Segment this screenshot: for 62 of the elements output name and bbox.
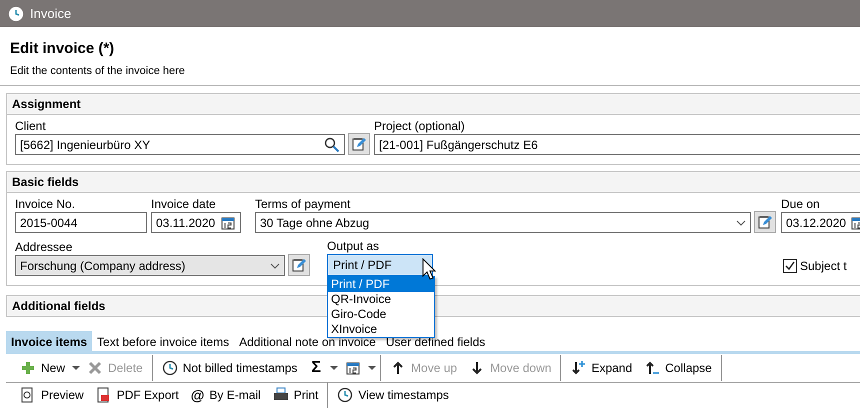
toolbar-button[interactable]: PDF Export xyxy=(90,385,185,405)
toolbar-button[interactable]: New xyxy=(14,358,72,378)
toolbar-button[interactable]: Print xyxy=(266,385,324,405)
cross-icon xyxy=(87,360,104,376)
field-label: Terms of payment xyxy=(255,197,352,212)
arrow-down-plus-icon xyxy=(570,360,586,376)
client-field[interactable]: [5662] Ingenieurbüro XY xyxy=(15,134,345,155)
edit-button[interactable] xyxy=(348,133,370,155)
edit-button[interactable] xyxy=(288,254,310,276)
clock-icon xyxy=(162,360,178,376)
clock-icon xyxy=(8,6,24,22)
checkbox[interactable] xyxy=(783,259,797,273)
output-dropdown[interactable]: Print / PDF xyxy=(327,254,433,276)
checkbox-label: Subject t xyxy=(800,259,847,273)
chevron-down-icon xyxy=(736,218,746,226)
notepad-pencil-icon xyxy=(351,136,367,152)
dropdown-option[interactable]: XInvoice xyxy=(328,322,434,337)
search-icon[interactable] xyxy=(324,136,340,152)
toolbar-button[interactable]: View timestamps xyxy=(331,385,455,405)
calendar-icon xyxy=(220,214,236,230)
toolbar-button[interactable]: Not billed timestamps xyxy=(156,358,304,378)
caret-icon[interactable] xyxy=(71,364,82,372)
toolbar-button[interactable]: Collapse xyxy=(638,358,718,378)
terms-dropdown[interactable]: 30 Tage ohne Abzug xyxy=(255,212,751,233)
field-label: Addressee xyxy=(15,240,74,255)
page-title: Edit invoice (*) xyxy=(10,40,116,57)
field-label: Invoice date xyxy=(151,197,217,212)
plus-icon xyxy=(20,360,36,376)
arrow-up-minus-icon xyxy=(644,360,660,376)
tab[interactable]: Text before invoice items xyxy=(92,331,234,351)
toolbar-button[interactable]: Preview xyxy=(14,385,90,405)
chevron-down-icon xyxy=(270,262,280,270)
dropdown-option[interactable]: Print / PDF xyxy=(328,277,434,292)
toolbar-button[interactable]: Expand xyxy=(564,358,638,378)
addressee-dropdown[interactable]: Forschung (Company address) xyxy=(15,255,285,276)
sum-button[interactable]: Σ xyxy=(303,359,330,377)
field-label: Project (optional) xyxy=(374,119,466,134)
section-title: Basic fields xyxy=(7,172,860,193)
printer-icon xyxy=(272,387,289,403)
field-label: Output as xyxy=(327,239,380,254)
date-field[interactable]: 03.11.2020 xyxy=(151,212,241,233)
page-subtitle: Edit the contents of the invoice here xyxy=(10,65,186,77)
dropdown-option[interactable]: Giro-Code xyxy=(328,307,434,322)
calendar-icon xyxy=(345,360,362,376)
pdf-document-icon xyxy=(96,387,112,403)
field-label: Due on xyxy=(781,197,821,212)
section-title: Assignment xyxy=(7,94,860,115)
notepad-pencil-icon xyxy=(757,214,773,230)
dropdown-option[interactable]: QR-Invoice xyxy=(328,292,434,307)
toolbar-button[interactable]: @ By E-mail xyxy=(184,385,267,405)
date-field[interactable]: 03.12.2020 xyxy=(781,212,860,233)
caret-icon[interactable] xyxy=(329,364,340,372)
notepad-pencil-icon xyxy=(291,257,307,273)
field-label: Client xyxy=(15,119,47,134)
caret-icon[interactable] xyxy=(367,364,378,372)
clock-icon xyxy=(337,387,354,403)
tab[interactable]: Invoice items xyxy=(6,331,92,351)
edit-button[interactable] xyxy=(754,211,776,233)
invoice-number-field[interactable]: 2015-0044 xyxy=(15,212,147,233)
project-field[interactable]: [21-001] Fußgängerschutz E6 xyxy=(374,134,860,155)
field-label: Invoice No. xyxy=(15,197,76,212)
window-title: Invoice xyxy=(30,6,72,21)
